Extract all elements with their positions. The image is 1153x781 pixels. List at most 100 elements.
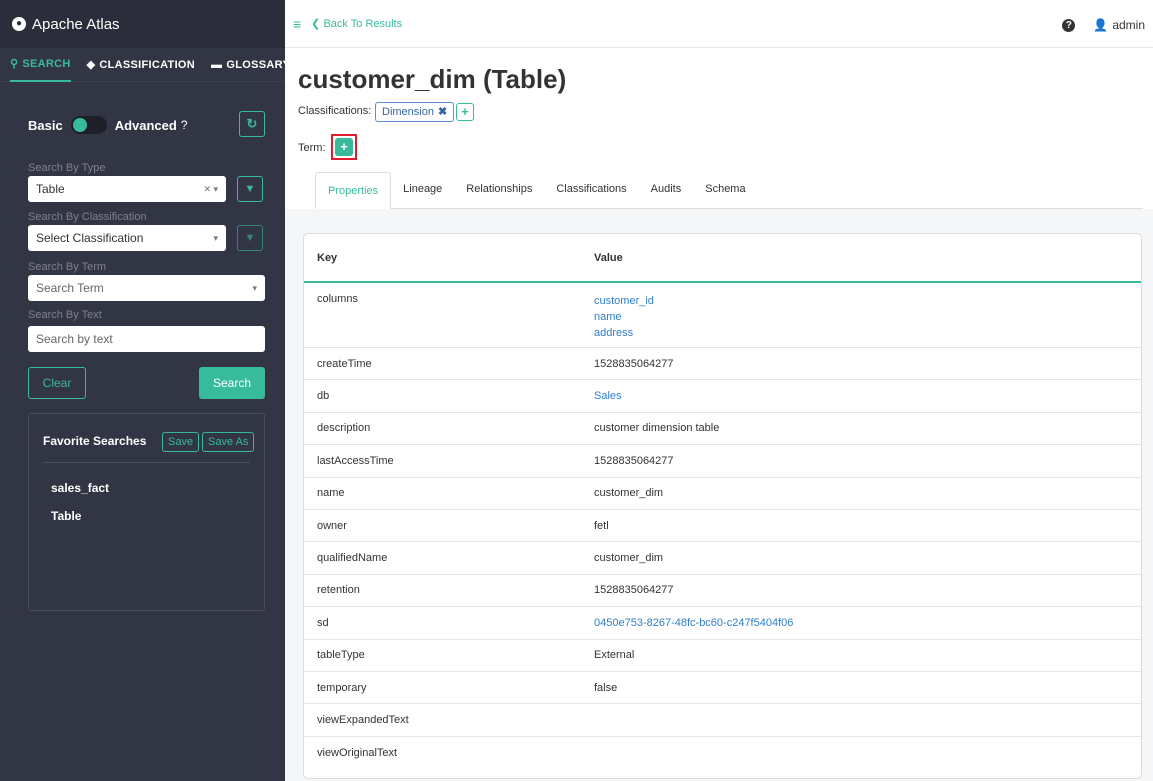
clear-caret-icon[interactable]: ✕ ▾ [203,184,218,195]
row-key: name [317,487,345,500]
filter-icon: ▼ [244,183,256,195]
search-text-input[interactable]: Search by text [28,326,265,352]
row-key: owner [317,519,347,532]
table-row: qualifiedName customer_dim [304,542,1141,575]
classification-select[interactable]: Select Classification ▾ [28,225,226,251]
row-key: viewExpandedText [317,713,409,726]
table-row: retention 1528835064277 [304,575,1141,608]
globe-icon: ● [12,17,26,31]
folder-icon: ▬ [211,58,223,71]
db-link[interactable]: Sales [594,390,1141,402]
table-row: name customer_dim [304,478,1141,510]
tab-classifications[interactable]: Classifications [544,171,638,208]
highlight-box: + [331,134,357,160]
sidebar-nav-tabs: ⚲ SEARCH ◆ CLASSIFICATION ▬ GLOSSARY [0,48,290,82]
tab-search-label: SEARCH [22,57,71,70]
topbar: ≡ ❮ Back To Results ? 👤 admin [285,0,1153,48]
basic-label: Basic [28,117,63,133]
detail-tabs: Properties Lineage Relationships Classif… [315,172,1143,209]
tab-search[interactable]: ⚲ SEARCH [10,48,71,82]
table-row: owner fetl [304,510,1141,543]
sidebar: ● Apache Atlas ⚲ SEARCH ◆ CLASSIFICATION… [0,0,290,781]
tab-classification[interactable]: ◆ CLASSIFICATION [87,48,195,82]
username[interactable]: admin [1112,18,1145,32]
key-column-header: Key [317,251,338,264]
advanced-label: Advanced [114,117,177,133]
tab-properties[interactable]: Properties [315,172,392,209]
back-to-results-link[interactable]: ❮ Back To Results [311,17,402,30]
row-value: customer_dim [594,552,664,565]
chevron-down-icon: ▾ [252,282,257,293]
refresh-icon: ↻ [246,116,258,131]
column-link[interactable]: address [594,325,1141,341]
close-icon[interactable]: ✖ [438,106,447,118]
type-field-label: Search By Type [28,162,106,174]
column-link[interactable]: customer_id [594,293,1141,309]
tab-glossary[interactable]: ▬ GLOSSARY [211,48,290,82]
row-key: viewOriginalText [317,746,398,759]
type-select[interactable]: Table ✕ ▾ [28,176,226,202]
type-filter-button[interactable]: ▼ [237,176,263,202]
save-as-button[interactable]: Save As [202,432,255,452]
sd-link[interactable]: 0450e753-8267-48fc-bc60-c247f5404f06 [594,617,1141,629]
table-row: tableType External [304,640,1141,672]
table-row: columns customer_id name address [304,283,1141,348]
classifications-label: Classifications: [298,105,372,117]
plus-icon: + [461,104,469,119]
row-value: 1528835064277 [594,584,674,597]
switch-knob [72,118,87,132]
search-button[interactable]: Search [199,367,265,399]
main-content: customer_dim (Table) Classifications: Di… [285,48,1153,781]
clear-button[interactable]: Clear [28,367,86,399]
row-key: columns [317,293,358,305]
tab-glossary-label: GLOSSARY [226,58,291,71]
row-value: fetl [594,519,609,532]
save-button[interactable]: Save [162,432,200,452]
row-key: qualifiedName [317,552,388,565]
table-row: sd 0450e753-8267-48fc-bc60-c247f5404f06 [304,607,1141,640]
divider [43,462,250,463]
menu-icon[interactable]: ≡ [293,16,301,32]
user-icon[interactable]: 👤 [1093,18,1108,32]
row-value: false [594,681,618,694]
search-mode-switch[interactable] [70,116,107,134]
row-key: createTime [317,357,372,370]
refresh-button[interactable]: ↻ [239,111,265,137]
tab-audits[interactable]: Audits [639,171,694,208]
back-label: Back To Results [323,18,403,30]
row-value: customer_dim [594,487,664,500]
term-label: Term: [298,142,326,154]
tab-schema[interactable]: Schema [693,171,757,208]
row-key: sd [317,616,329,629]
term-field-label: Search By Term [28,261,107,273]
favorite-item[interactable]: sales_fact [51,481,109,495]
tab-lineage[interactable]: Lineage [391,171,454,208]
help-circle-icon[interactable]: ? [181,118,188,132]
row-value: 1528835064277 [594,357,674,370]
term-select[interactable]: Search Term ▾ [28,275,265,301]
add-term-button[interactable]: + [335,138,353,156]
column-link[interactable]: name [594,309,1141,325]
tag-icon: ◆ [86,59,96,71]
brand[interactable]: ● Apache Atlas [0,0,285,48]
classification-field-label: Search By Classification [28,211,147,223]
brand-name: Apache Atlas [32,15,120,33]
favorite-item[interactable]: Table [51,509,81,523]
row-value: customer dimension table [594,422,720,435]
add-classification-button[interactable]: + [456,103,474,121]
table-header: Key Value [304,234,1141,283]
row-key: temporary [317,681,367,694]
help-icon[interactable]: ? [1062,18,1076,32]
favorite-searches-panel: Favorite Searches Save Save As sales_fac… [28,413,265,611]
type-select-value: Table [36,182,65,196]
classification-tag[interactable]: Dimension ✖ [375,102,455,122]
table-row: lastAccessTime 1528835064277 [304,445,1141,478]
tab-relationships[interactable]: Relationships [454,171,544,208]
text-field-label: Search By Text [28,309,102,321]
table-row: db Sales [304,380,1141,413]
search-icon: ⚲ [10,58,19,70]
classification-filter-button[interactable]: ▼ [237,225,263,251]
table-row: viewOriginalText [304,737,1141,769]
tab-classification-label: CLASSIFICATION [99,58,196,71]
classification-tag-label: Dimension [382,106,434,118]
